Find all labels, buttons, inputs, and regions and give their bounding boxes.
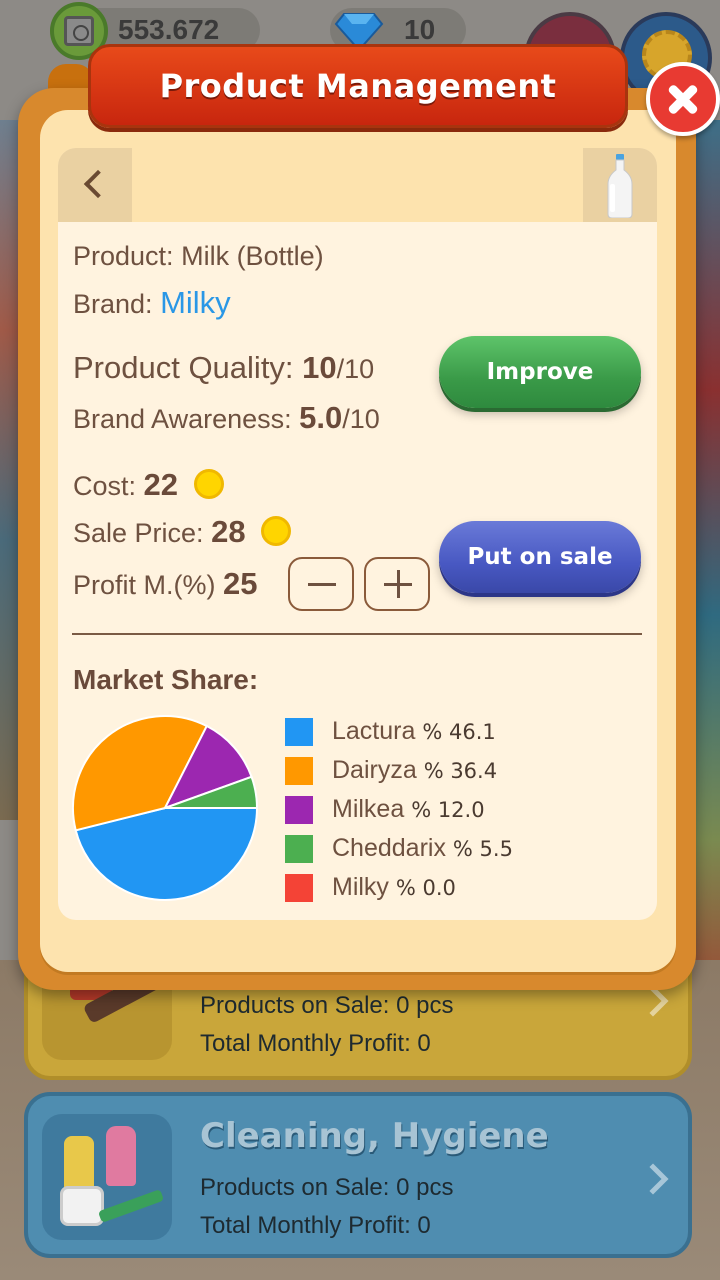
awareness-row: Brand Awareness: 5.0/10 <box>73 400 380 436</box>
legend-entry-milky: Milky % 0.0 <box>332 873 456 902</box>
product-row: Product: Milk (Bottle) <box>73 241 324 272</box>
product-label: Product: <box>73 241 174 271</box>
quality-row: Product Quality: 10/10 <box>73 350 374 386</box>
brand-label: Brand: <box>73 289 153 319</box>
profit-value: 25 <box>223 566 258 601</box>
total-monthly-profit-text: Total Monthly Profit: 0 <box>200 1212 431 1239</box>
cost-label: Cost: <box>73 471 137 501</box>
legend-entry-milkea: Milkea % 12.0 <box>332 795 485 824</box>
product-thumbnail <box>583 148 657 222</box>
legend-swatch-milkea <box>285 796 313 824</box>
legend-label: Milky <box>332 873 396 901</box>
cost-value: 22 <box>143 467 179 502</box>
decrease-profit-button[interactable] <box>288 557 354 611</box>
product-name: Milk (Bottle) <box>181 241 324 271</box>
sale-price-row: Sale Price: 28 <box>73 514 292 550</box>
profit-row: Profit M.(%) 25 <box>73 566 258 602</box>
brand-row: Brand: Milky <box>73 285 231 321</box>
legend-entry-lactura: Lactura % 46.1 <box>332 717 496 746</box>
brand-name: Milky <box>160 285 231 320</box>
profit-label: Profit M.(%) <box>73 570 216 600</box>
chevron-right-icon <box>637 985 669 1017</box>
put-on-sale-button[interactable]: Put on sale <box>439 521 641 593</box>
legend-value: % 12.0 <box>411 798 485 822</box>
close-button[interactable] <box>646 62 720 136</box>
sale-price-label: Sale Price: <box>73 518 204 548</box>
legend-value: % 0.0 <box>395 876 456 900</box>
modal-title-banner: Product Management <box>88 44 628 128</box>
gem-value: 10 <box>404 14 436 45</box>
legend-value: % 46.1 <box>422 720 496 744</box>
total-monthly-profit-text: Total Monthly Profit: 0 <box>200 1030 431 1057</box>
legend-value: % 36.4 <box>423 759 498 783</box>
improve-button[interactable]: Improve <box>439 336 641 408</box>
awareness-label: Brand Awareness: <box>73 404 292 434</box>
legend-swatch-dairyza <box>285 757 313 785</box>
legend-entry-cheddarix: Cheddarix % 5.5 <box>332 834 513 863</box>
products-on-sale-text: Products on Sale: 0 pcs <box>200 992 454 1019</box>
legend-label: Dairyza <box>332 756 424 784</box>
legend-label: Cheddarix <box>332 834 453 862</box>
quality-max: /10 <box>336 354 375 384</box>
coin-icon <box>261 516 292 546</box>
quality-label: Product Quality: <box>73 350 294 385</box>
category-title: Cleaning, Hygiene <box>200 1116 549 1156</box>
coin-icon <box>193 469 224 499</box>
legend-label: Milkea <box>332 795 412 823</box>
legend-swatch-milky <box>285 874 313 902</box>
awareness-max: /10 <box>342 404 380 434</box>
chevron-right-icon <box>637 1163 669 1195</box>
legend-label: Lactura <box>332 717 423 745</box>
increase-profit-button[interactable] <box>364 557 430 611</box>
cost-row: Cost: 22 <box>73 467 224 503</box>
category-thumbnail <box>42 1114 172 1240</box>
milk-bottle-icon <box>607 154 633 218</box>
market-share-pie-chart <box>72 715 258 901</box>
awareness-value: 5.0 <box>299 400 343 435</box>
category-card-cleaning[interactable]: Cleaning, Hygiene Products on Sale: 0 pc… <box>24 1092 692 1258</box>
money-value: 553.672 <box>118 14 220 45</box>
legend-entry-dairyza: Dairyza % 36.4 <box>332 756 497 785</box>
sale-price-value: 28 <box>211 514 246 549</box>
legend-swatch-lactura <box>285 718 313 746</box>
back-button[interactable] <box>58 148 132 222</box>
modal-title: Product Management <box>159 67 557 105</box>
legend-swatch-cheddarix <box>285 835 313 863</box>
market-share-title: Market Share: <box>73 664 259 695</box>
legend-value: % 5.5 <box>452 837 513 861</box>
section-divider <box>72 633 642 635</box>
panel-header <box>58 148 657 222</box>
quality-value: 10 <box>302 350 337 385</box>
products-on-sale-text: Products on Sale: 0 pcs <box>200 1174 454 1201</box>
